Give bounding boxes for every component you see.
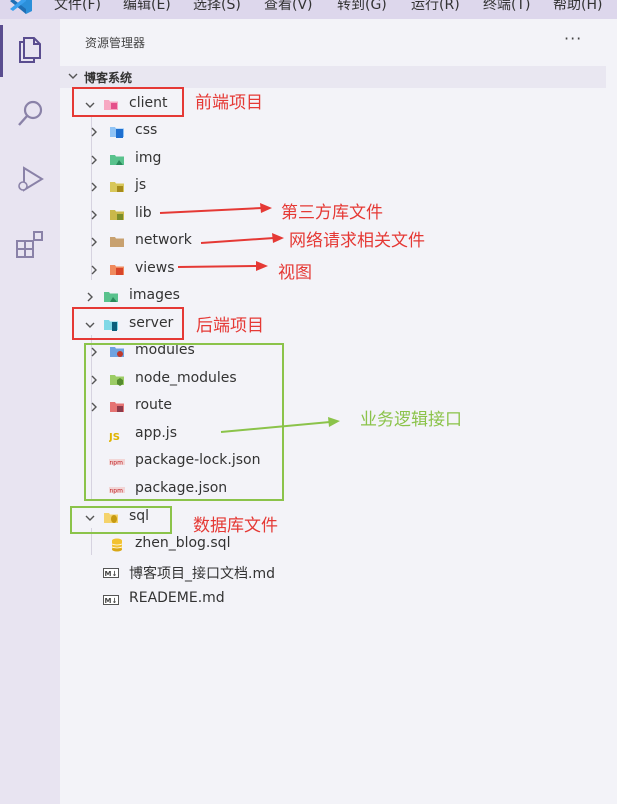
arrow-lib bbox=[159, 207, 263, 214]
arrow-head bbox=[260, 203, 272, 213]
arrow-head bbox=[256, 261, 268, 271]
annotation-database: 数据库文件 bbox=[193, 516, 278, 536]
annotation-views: 视图 bbox=[278, 263, 312, 283]
arrow-business bbox=[220, 421, 331, 433]
annotation-arrows bbox=[159, 203, 340, 433]
annotation-business: 业务逻辑接口 bbox=[360, 410, 462, 430]
annotation-third-party: 第三方库文件 bbox=[281, 203, 383, 223]
arrow-head bbox=[328, 417, 340, 427]
annotation-backend: 后端项目 bbox=[196, 316, 264, 336]
annotation-frontend: 前端项目 bbox=[195, 93, 263, 113]
arrow-views bbox=[177, 265, 259, 268]
arrow-network bbox=[200, 237, 275, 244]
annotation-network: 网络请求相关文件 bbox=[289, 231, 425, 251]
arrow-head bbox=[272, 233, 284, 243]
